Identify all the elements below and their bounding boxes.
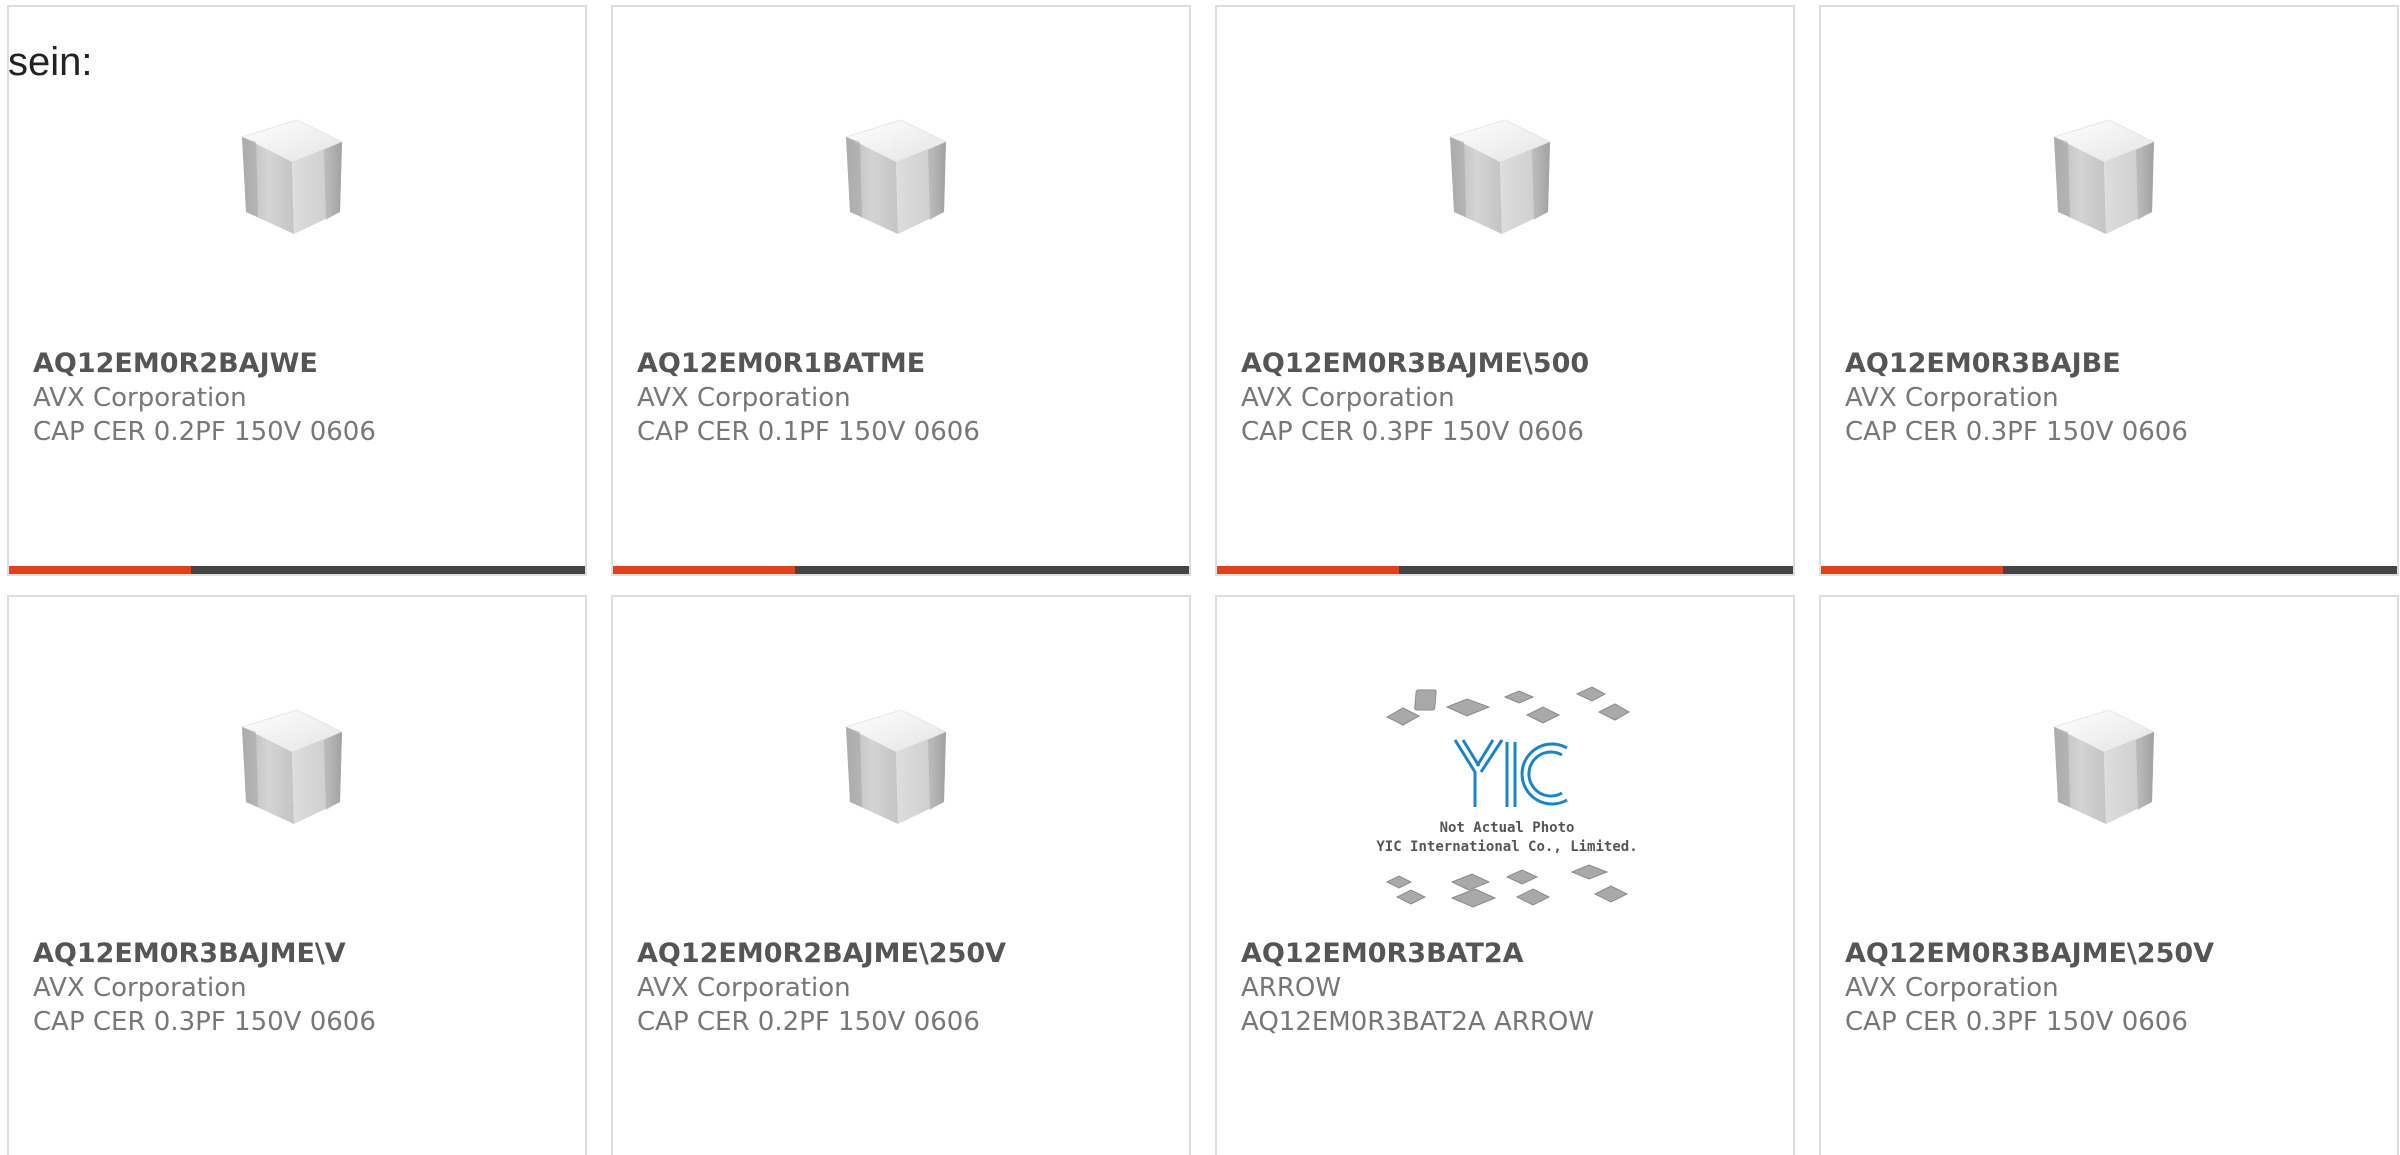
card-accent (613, 566, 795, 574)
description: CAP CER 0.3PF 150V 0606 (33, 1007, 376, 1037)
product-info: AQ12EM0R2BAJWE AVX Corporation CAP CER 0… (33, 347, 575, 449)
ceramic-cube-icon (826, 102, 976, 252)
ceramic-cube-icon (222, 102, 372, 252)
card-accent (1217, 566, 1399, 574)
product-card[interactable]: AQ12EM0R3BAJME\250V AVX Corporation CAP … (1819, 595, 2399, 1155)
card-bottom-bar (613, 566, 1189, 574)
product-info: AQ12EM0R2BAJME\250V AVX Corporation CAP … (637, 937, 1179, 1039)
product-card[interactable]: AQ12EM0R3BAJME\V AVX Corporation CAP CER… (7, 595, 587, 1155)
ceramic-cube-icon (222, 692, 372, 842)
part-number-link[interactable]: AQ12EM0R2BAJWE (33, 347, 575, 381)
description: CAP CER 0.3PF 150V 0606 (1845, 417, 2188, 447)
part-number-link[interactable]: AQ12EM0R1BATME (637, 347, 1179, 381)
intro-text: sein: (8, 40, 93, 84)
placeholder-line2: YIC International Co., Limited. (1376, 839, 1637, 855)
product-info: AQ12EM0R3BAJME\V AVX Corporation CAP CER… (33, 937, 575, 1039)
product-card[interactable]: AQ12EM0R2BAJWE AVX Corporation CAP CER 0… (7, 5, 587, 576)
product-grid-page: sein: AQ12EM0R2BAJWE AVX Corporation CAP… (0, 0, 2400, 1155)
product-image[interactable] (613, 687, 1189, 847)
card-bottom-bar (9, 566, 585, 574)
product-image[interactable] (1821, 687, 2397, 847)
description: CAP CER 0.3PF 150V 0606 (1241, 417, 1584, 447)
manufacturer: AVX Corporation (637, 383, 851, 413)
part-number-link[interactable]: AQ12EM0R3BAT2A (1241, 937, 1783, 971)
manufacturer: AVX Corporation (1845, 383, 2059, 413)
product-card[interactable]: Not Actual Photo YIC International Co., … (1215, 595, 1795, 1155)
product-image[interactable] (1217, 97, 1793, 257)
placeholder-line1: Not Actual Photo (1440, 820, 1575, 836)
description: CAP CER 0.3PF 150V 0606 (1845, 1007, 2188, 1037)
product-info: AQ12EM0R3BAJME\500 AVX Corporation CAP C… (1241, 347, 1783, 449)
product-card[interactable]: AQ12EM0R1BATME AVX Corporation CAP CER 0… (611, 5, 1191, 576)
product-info: AQ12EM0R3BAJBE AVX Corporation CAP CER 0… (1845, 347, 2387, 449)
ceramic-cube-icon (2034, 692, 2184, 842)
manufacturer: AVX Corporation (1845, 973, 2059, 1003)
part-number-link[interactable]: AQ12EM0R3BAJME\250V (1845, 937, 2387, 971)
yic-placeholder-image[interactable]: Not Actual Photo YIC International Co., … (1367, 682, 1647, 927)
part-number-link[interactable]: AQ12EM0R3BAJME\500 (1241, 347, 1783, 381)
manufacturer: AVX Corporation (637, 973, 851, 1003)
description: CAP CER 0.1PF 150V 0606 (637, 417, 980, 447)
manufacturer: AVX Corporation (33, 973, 247, 1003)
manufacturer: ARROW (1241, 973, 1342, 1003)
product-image[interactable] (613, 97, 1189, 257)
ceramic-cube-icon (826, 692, 976, 842)
card-bottom-bar (1217, 566, 1793, 574)
product-card[interactable]: AQ12EM0R3BAJME\500 AVX Corporation CAP C… (1215, 5, 1795, 576)
ceramic-cube-icon (1430, 102, 1580, 252)
card-accent (1821, 566, 2003, 574)
card-accent (9, 566, 191, 574)
product-info: AQ12EM0R3BAJME\250V AVX Corporation CAP … (1845, 937, 2387, 1039)
manufacturer: AVX Corporation (1241, 383, 1455, 413)
part-number-link[interactable]: AQ12EM0R3BAJBE (1845, 347, 2387, 381)
card-bottom-bar (1821, 566, 2397, 574)
yic-logo (1453, 739, 1568, 807)
part-number-link[interactable]: AQ12EM0R2BAJME\250V (637, 937, 1179, 971)
description: AQ12EM0R3BAT2A ARROW (1241, 1007, 1595, 1037)
product-image[interactable] (9, 97, 585, 257)
description: CAP CER 0.2PF 150V 0606 (33, 417, 376, 447)
product-image[interactable] (1821, 97, 2397, 257)
product-card[interactable]: AQ12EM0R3BAJBE AVX Corporation CAP CER 0… (1819, 5, 2399, 576)
description: CAP CER 0.2PF 150V 0606 (637, 1007, 980, 1037)
product-card[interactable]: AQ12EM0R2BAJME\250V AVX Corporation CAP … (611, 595, 1191, 1155)
manufacturer: AVX Corporation (33, 383, 247, 413)
ceramic-cube-icon (2034, 102, 2184, 252)
part-number-link[interactable]: AQ12EM0R3BAJME\V (33, 937, 575, 971)
product-info: AQ12EM0R1BATME AVX Corporation CAP CER 0… (637, 347, 1179, 449)
product-image[interactable] (9, 687, 585, 847)
product-info: AQ12EM0R3BAT2A ARROW AQ12EM0R3BAT2A ARRO… (1241, 937, 1783, 1039)
